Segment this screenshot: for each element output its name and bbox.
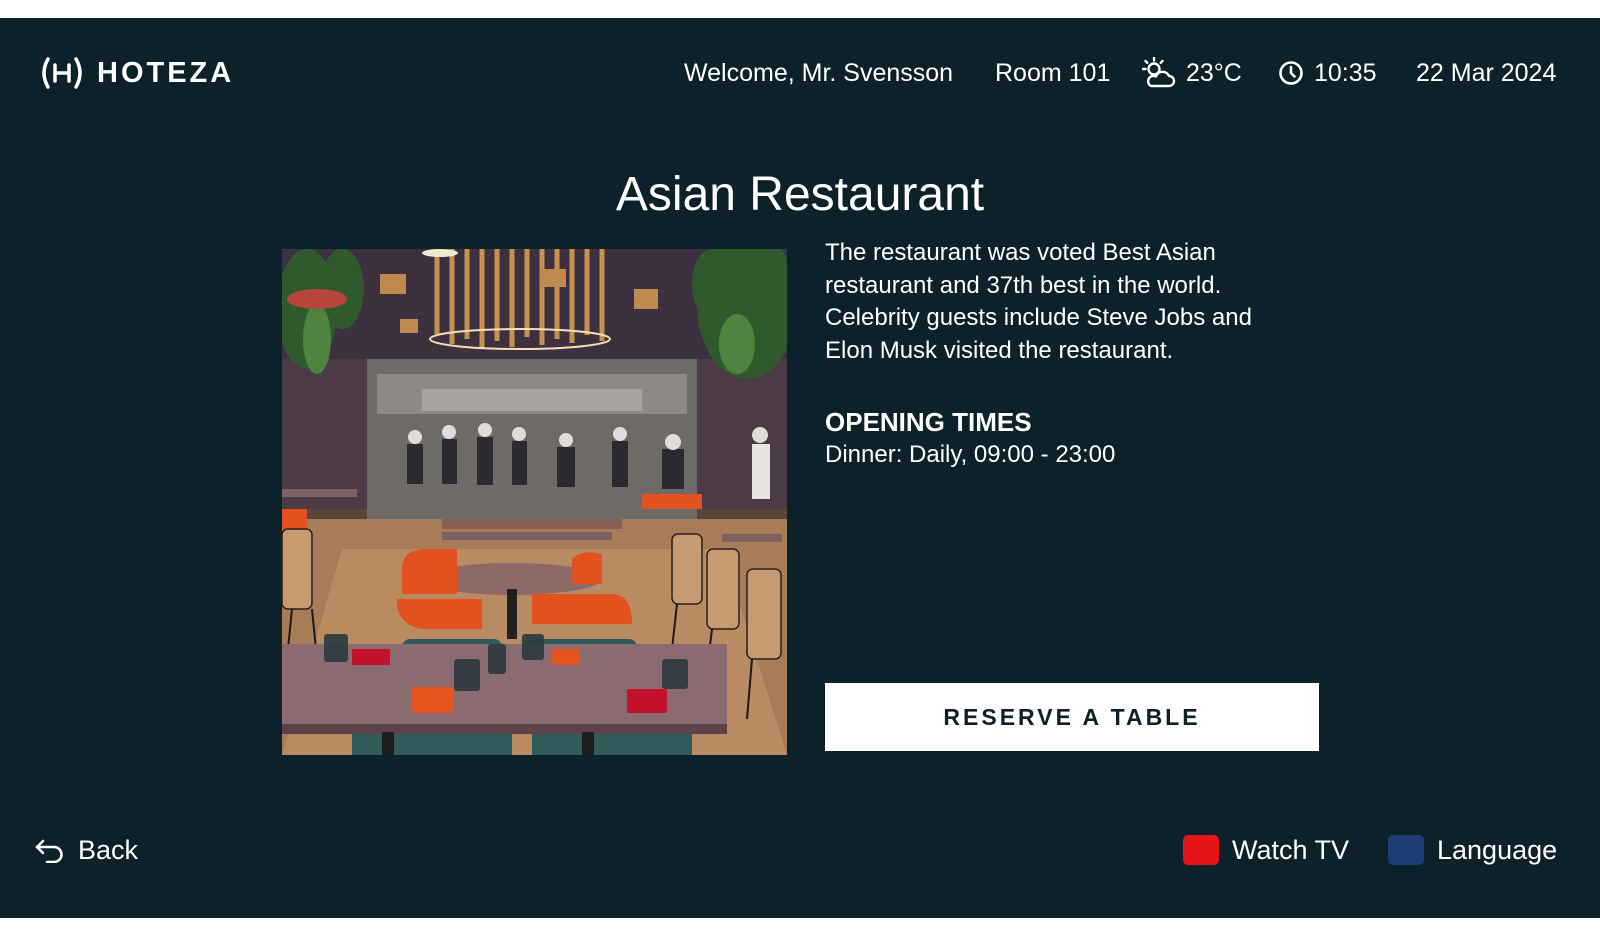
back-arrow-icon: [35, 839, 63, 863]
weather: 23°C: [1142, 54, 1242, 92]
opening-times-heading: OPENING TIMES: [825, 407, 1032, 437]
back-button[interactable]: Back: [34, 830, 138, 870]
opening-hours: Dinner: Daily, 09:00 - 23:00: [825, 441, 1116, 468]
brand-name: HOTEZA: [97, 56, 235, 89]
clock: 10:35: [1278, 54, 1377, 92]
hotel-tv-screen: HOTEZA Welcome, Mr. Svensson Room 101 23…: [0, 18, 1600, 918]
reserve-table-button[interactable]: RESERVE A TABLE: [825, 683, 1319, 751]
restaurant-description: The restaurant was voted Best Asian rest…: [825, 239, 1252, 364]
hoteza-logo-icon: [42, 57, 82, 89]
back-label: Back: [78, 834, 139, 865]
temperature: 23°C: [1186, 58, 1242, 87]
room-number: Room 101: [995, 58, 1111, 87]
watch-tv-button[interactable]: Watch TV: [1183, 830, 1349, 870]
welcome-text: Welcome, Mr. Svensson: [684, 58, 954, 87]
language-label: Language: [1437, 834, 1558, 865]
partly-cloudy-icon: [1142, 57, 1176, 88]
restaurant-photo: [282, 249, 787, 755]
time: 10:35: [1314, 58, 1377, 87]
clock-icon: [1279, 61, 1303, 85]
date: 22 Mar 2024: [1416, 58, 1557, 87]
blue-key-icon: [1388, 835, 1424, 865]
page-title: Asian Restaurant: [615, 168, 985, 221]
language-button[interactable]: Language: [1388, 830, 1557, 870]
watch-tv-label: Watch TV: [1232, 834, 1350, 865]
red-key-icon: [1183, 835, 1219, 865]
hoteza-logo: HOTEZA: [39, 54, 234, 92]
